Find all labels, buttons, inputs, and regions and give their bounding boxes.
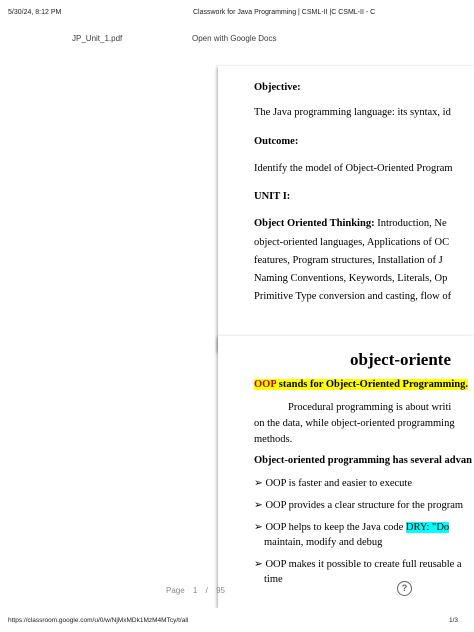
print-page-number: 1/3 [449, 617, 459, 624]
help-icon[interactable]: ? [397, 581, 412, 596]
outcome-label: Outcome: [254, 136, 299, 147]
bullet-4: ➢ OOP makes it possible to create full r… [254, 558, 462, 570]
print-title: Classwork for Java Programming | CSML-II… [193, 9, 376, 16]
pdf-page-2: object-oriente OOP stands for Object-Ori… [218, 336, 474, 608]
unit-line-4: Naming Conventions, Keywords, Literals, … [254, 273, 448, 284]
print-header: 5/30/24, 8:12 PM Classwork for Java Prog… [0, 0, 474, 24]
oop-definition-text: stands for Object-Oriented Programming. [276, 379, 468, 390]
unit-line-3: features, Program structures, Installati… [254, 255, 443, 266]
para-line-2: on the data, while object-oriented progr… [254, 418, 455, 429]
bullet-3-text: OOP helps to keep the Java code [265, 522, 406, 533]
para-line-1: Procedural programming is about writi [288, 402, 452, 413]
viewer-toolbar: JP_Unit_1.pdf Open with Google Docs [0, 32, 474, 52]
unit-line-1: Object Oriented Thinking: Introduction, … [254, 218, 447, 229]
unit-heading: Object Oriented Thinking: [254, 218, 375, 229]
objective-text: The Java programming language: its synta… [254, 107, 451, 118]
page-indicator: Page 1 / 95 [166, 586, 231, 595]
total-pages: 95 [216, 586, 225, 595]
page-label: Page [166, 586, 185, 595]
bullet-arrow-icon: ➢ [254, 500, 263, 511]
bullet-arrow-icon: ➢ [254, 478, 263, 489]
objective-label: Objective: [254, 82, 301, 93]
print-date: 5/30/24, 8:12 PM [8, 9, 62, 16]
unit-line-5: Primitive Type conversion and casting, f… [254, 291, 452, 302]
bullet-1-text: OOP is faster and easier to execute [265, 478, 412, 489]
unit-line-2: object-oriented languages, Applications … [254, 237, 450, 248]
pdf-page-1: Objective: The Java programming language… [218, 66, 474, 352]
dry-highlight: DRY: "Do [405, 522, 450, 533]
para-line-3: methods. [254, 434, 293, 445]
bullet-4-line-2: time [264, 574, 283, 585]
bullet-arrow-icon: ➢ [254, 559, 263, 570]
bullet-3: ➢ OOP helps to keep the Java code DRY: "… [254, 521, 450, 533]
unit-label: UNIT I: [254, 191, 291, 202]
open-with-google-docs-button[interactable]: Open with Google Docs [192, 34, 277, 43]
oop-abbr-highlight: OOP [254, 379, 277, 390]
outcome-text: Identify the model of Object-Oriented Pr… [254, 163, 453, 174]
current-page[interactable]: 1 [193, 586, 197, 595]
bullet-2-text: OOP provides a clear structure for the p… [265, 500, 464, 511]
advantages-heading: Object-oriented programming has several … [254, 455, 472, 466]
pdf-viewer[interactable]: JP_Unit_1.pdf Open with Google Docs Obje… [0, 24, 474, 608]
print-footer: https://classroom.google.com/u/0/w/NjMxM… [0, 608, 474, 632]
section-heading: object-oriente [350, 350, 452, 369]
bullet-3-line-2: maintain, modify and debug [264, 537, 383, 548]
print-url: https://classroom.google.com/u/0/w/NjMxM… [8, 617, 189, 624]
file-name: JP_Unit_1.pdf [72, 34, 123, 43]
bullet-1: ➢ OOP is faster and easier to execute [254, 477, 412, 489]
page-separator: / [205, 586, 208, 595]
bullet-4-text: OOP makes it possible to create full reu… [265, 559, 462, 570]
oop-definition: OOP stands for Object-Oriented Programmi… [254, 379, 468, 390]
bullet-arrow-icon: ➢ [254, 522, 263, 533]
unit-line-1-text: Introduction, Ne [374, 218, 447, 229]
bullet-2: ➢ OOP provides a clear structure for the… [254, 499, 463, 511]
